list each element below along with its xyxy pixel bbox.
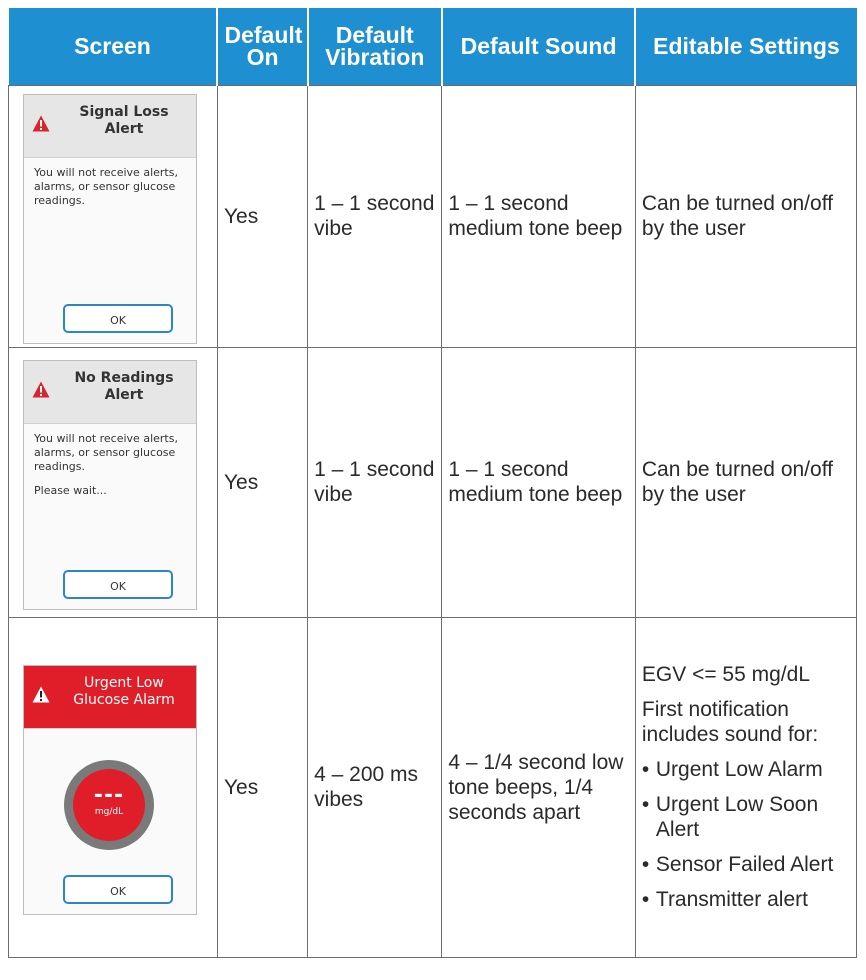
alert-message-text: You will not receive alerts, alarms, or … (34, 432, 178, 473)
list-item: Transmitter alert (642, 887, 850, 912)
screen-cell: Urgent Low Glucose Alarm --- mg/dL OK (8, 616, 218, 958)
default-on-cell: Yes (216, 84, 309, 348)
editable-cell: Can be turned on/off by the user (634, 346, 858, 618)
header-default-vibration: Default Vibration (307, 8, 443, 85)
alert-message: You will not receive alerts, alarms, or … (24, 424, 196, 498)
glucose-reading: --- mg/dL (73, 769, 145, 841)
glucose-unit: mg/dL (94, 807, 124, 817)
alert-header: Urgent Low Glucose Alarm (24, 666, 196, 729)
ok-button[interactable]: OK (63, 875, 173, 904)
sound-list: Urgent Low Alarm Urgent Low Soon Alert S… (642, 757, 850, 912)
vibration-cell: 1 – 1 second vibe (307, 84, 443, 348)
list-item: Urgent Low Alarm (642, 757, 850, 782)
warning-triangle-icon (32, 686, 50, 703)
vibration-cell: 1 – 1 second vibe (307, 346, 443, 618)
list-item: Sensor Failed Alert (642, 852, 850, 877)
editable-cell: EGV <= 55 mg/dL First notification inclu… (634, 616, 858, 958)
sound-cell: 1 – 1 second medium tone beep (441, 346, 636, 618)
list-item: Urgent Low Soon Alert (642, 792, 850, 842)
header-screen: Screen (8, 8, 219, 85)
table-row: No Readings Alert You will not receive a… (8, 346, 858, 618)
glucose-value: --- (93, 783, 125, 808)
alert-settings-table: Screen Default On Default Vibration Defa… (8, 8, 858, 958)
default-on-cell: Yes (216, 346, 309, 618)
please-wait-text: Please wait... (34, 484, 107, 497)
table-row: Signal Loss Alert You will not receive a… (8, 84, 858, 348)
threshold-text: EGV <= 55 mg/dL (641, 663, 810, 686)
alert-title: Urgent Low Glucose Alarm (73, 675, 175, 708)
urgent-low-screen: Urgent Low Glucose Alarm --- mg/dL OK (23, 665, 197, 915)
alert-message: You will not receive alerts, alarms, or … (24, 158, 196, 208)
alert-header: No Readings Alert (24, 361, 196, 424)
ok-button[interactable]: OK (63, 304, 173, 333)
no-readings-screen: No Readings Alert You will not receive a… (23, 360, 197, 610)
glucose-gauge: --- mg/dL (64, 760, 154, 850)
screen-cell: Signal Loss Alert You will not receive a… (8, 84, 218, 348)
header-default-sound: Default Sound (441, 8, 637, 85)
alert-header: Signal Loss Alert (24, 95, 196, 158)
alert-message-text: You will not receive alerts, alarms, or … (34, 166, 178, 207)
table-row: Urgent Low Glucose Alarm --- mg/dL OK Ye… (8, 616, 858, 958)
sound-cell: 4 – 1/4 second low tone beeps, 1/4 secon… (441, 616, 636, 958)
notification-intro: First notification includes sound for: (641, 698, 819, 746)
screen-cell: No Readings Alert You will not receive a… (8, 346, 218, 618)
alert-title: Signal Loss Alert (79, 104, 169, 137)
header-row: Screen Default On Default Vibration Defa… (8, 8, 857, 85)
warning-triangle-icon (32, 115, 50, 132)
vibration-cell: 4 – 200 ms vibes (307, 616, 443, 958)
sound-cell: 1 – 1 second medium tone beep (441, 84, 636, 348)
warning-triangle-icon (32, 381, 50, 398)
default-on-cell: Yes (216, 616, 309, 958)
header-default-on: Default On (217, 8, 309, 85)
header-editable-settings: Editable Settings (635, 8, 857, 85)
ok-button[interactable]: OK (63, 570, 173, 599)
alert-title: No Readings Alert (74, 370, 174, 403)
editable-cell: Can be turned on/off by the user (634, 84, 858, 348)
signal-loss-screen: Signal Loss Alert You will not receive a… (23, 94, 197, 344)
